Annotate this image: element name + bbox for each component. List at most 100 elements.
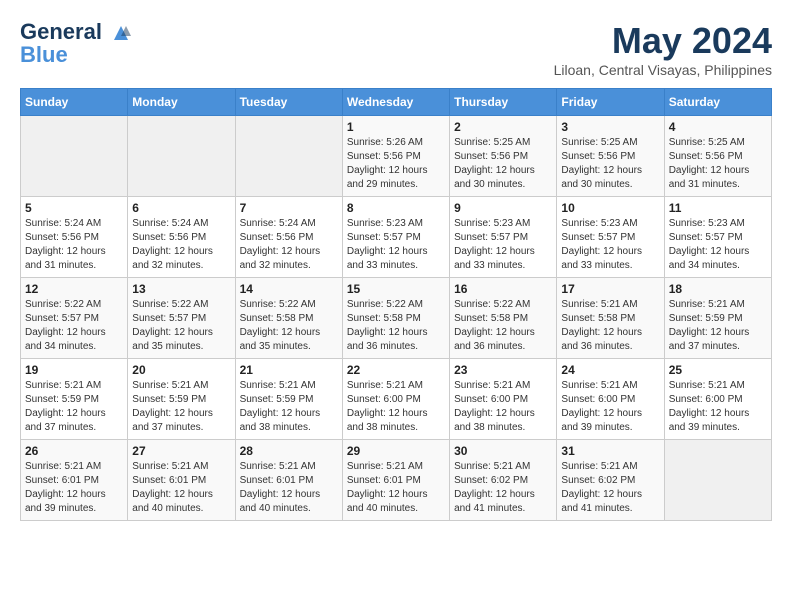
logo-text: General — [20, 20, 132, 44]
calendar-cell — [664, 440, 771, 521]
day-info: Sunrise: 5:22 AMSunset: 5:57 PMDaylight:… — [25, 298, 123, 354]
calendar-cell: 24Sunrise: 5:21 AMSunset: 6:00 PMDayligh… — [557, 359, 664, 440]
day-number: 20 — [132, 363, 230, 377]
calendar-cell: 10Sunrise: 5:23 AMSunset: 5:57 PMDayligh… — [557, 197, 664, 278]
day-number: 2 — [454, 120, 552, 134]
day-number: 26 — [25, 444, 123, 458]
day-number: 15 — [347, 282, 445, 296]
logo-icon — [110, 22, 132, 44]
day-info: Sunrise: 5:21 AMSunset: 6:00 PMDaylight:… — [347, 379, 445, 435]
calendar-cell: 3 Sunrise: 5:25 AMSunset: 5:56 PMDaylight… — [557, 116, 664, 197]
page-header: General Blue May 2024 Liloan, Central Vi… — [20, 20, 772, 78]
day-info: Sunrise: 5:21 AMSunset: 6:00 PMDaylight:… — [454, 379, 552, 435]
calendar-cell: 27Sunrise: 5:21 AMSunset: 6:01 PMDayligh… — [128, 440, 235, 521]
calendar-cell: 30 Sunrise: 5:21 AMSunset: 6:02 PMDayligh… — [450, 440, 557, 521]
day-info: Sunrise: 5:21 AMSunset: 5:59 PMDaylight:… — [25, 379, 123, 435]
calendar-cell: 5Sunrise: 5:24 AMSunset: 5:56 PMDaylight… — [21, 197, 128, 278]
day-number: 22 — [347, 363, 445, 377]
day-info: Sunrise: 5:21 AMSunset: 5:58 PMDaylight:… — [561, 298, 659, 354]
day-info: Sunrise: 5:21 AMSunset: 6:02 PMDaylight:… — [561, 460, 659, 516]
day-info: Sunrise: 5:21 AMSunset: 5:59 PMDaylight:… — [132, 379, 230, 435]
title-block: May 2024 Liloan, Central Visayas, Philip… — [554, 20, 772, 78]
calendar-cell: 17 Sunrise: 5:21 AMSunset: 5:58 PMDayligh… — [557, 278, 664, 359]
day-info: Sunrise: 5:21 AMSunset: 6:01 PMDaylight:… — [25, 460, 123, 516]
weekday-friday: Friday — [557, 89, 664, 116]
calendar-cell: 18 Sunrise: 5:21 AMSunset: 5:59 PMDayligh… — [664, 278, 771, 359]
calendar-cell — [128, 116, 235, 197]
day-info: Sunrise: 5:25 AMSunset: 5:56 PMDaylight:… — [454, 136, 552, 192]
day-number: 31 — [561, 444, 659, 458]
calendar-body: 1 Sunrise: 5:26 AMSunset: 5:56 PMDaylight… — [21, 116, 772, 521]
calendar-cell: 28Sunrise: 5:21 AMSunset: 6:01 PMDayligh… — [235, 440, 342, 521]
day-info: Sunrise: 5:23 AMSunset: 5:57 PMDaylight:… — [669, 217, 767, 273]
day-number: 30 — [454, 444, 552, 458]
day-number: 24 — [561, 363, 659, 377]
calendar-cell: 4 Sunrise: 5:25 AMSunset: 5:56 PMDaylight… — [664, 116, 771, 197]
day-info: Sunrise: 5:26 AMSunset: 5:56 PMDaylight:… — [347, 136, 445, 192]
calendar-week-2: 5Sunrise: 5:24 AMSunset: 5:56 PMDaylight… — [21, 197, 772, 278]
day-number: 29 — [347, 444, 445, 458]
calendar-cell: 11Sunrise: 5:23 AMSunset: 5:57 PMDayligh… — [664, 197, 771, 278]
day-number: 16 — [454, 282, 552, 296]
day-info: Sunrise: 5:21 AMSunset: 5:59 PMDaylight:… — [669, 298, 767, 354]
day-number: 23 — [454, 363, 552, 377]
calendar-cell: 15 Sunrise: 5:22 AMSunset: 5:58 PMDayligh… — [342, 278, 449, 359]
calendar-cell: 31 Sunrise: 5:21 AMSunset: 6:02 PMDayligh… — [557, 440, 664, 521]
day-info: Sunrise: 5:24 AMSunset: 5:56 PMDaylight:… — [25, 217, 123, 273]
day-number: 10 — [561, 201, 659, 215]
day-number: 9 — [454, 201, 552, 215]
day-info: Sunrise: 5:24 AMSunset: 5:56 PMDaylight:… — [132, 217, 230, 273]
day-info: Sunrise: 5:21 AMSunset: 6:02 PMDaylight:… — [454, 460, 552, 516]
day-info: Sunrise: 5:22 AMSunset: 5:58 PMDaylight:… — [347, 298, 445, 354]
day-info: Sunrise: 5:21 AMSunset: 5:59 PMDaylight:… — [240, 379, 338, 435]
calendar-cell: 8 Sunrise: 5:23 AMSunset: 5:57 PMDaylight… — [342, 197, 449, 278]
calendar-cell: 20 Sunrise: 5:21 AMSunset: 5:59 PMDayligh… — [128, 359, 235, 440]
day-info: Sunrise: 5:23 AMSunset: 5:57 PMDaylight:… — [347, 217, 445, 273]
day-info: Sunrise: 5:22 AMSunset: 5:57 PMDaylight:… — [132, 298, 230, 354]
weekday-sunday: Sunday — [21, 89, 128, 116]
day-info: Sunrise: 5:25 AMSunset: 5:56 PMDaylight:… — [561, 136, 659, 192]
calendar-week-3: 12Sunrise: 5:22 AMSunset: 5:57 PMDayligh… — [21, 278, 772, 359]
day-info: Sunrise: 5:24 AMSunset: 5:56 PMDaylight:… — [240, 217, 338, 273]
day-number: 27 — [132, 444, 230, 458]
day-number: 18 — [669, 282, 767, 296]
weekday-header-row: SundayMondayTuesdayWednesdayThursdayFrid… — [21, 89, 772, 116]
calendar-week-5: 26 Sunrise: 5:21 AMSunset: 6:01 PMDayligh… — [21, 440, 772, 521]
day-number: 21 — [240, 363, 338, 377]
day-info: Sunrise: 5:23 AMSunset: 5:57 PMDaylight:… — [454, 217, 552, 273]
calendar-cell: 23 Sunrise: 5:21 AMSunset: 6:00 PMDayligh… — [450, 359, 557, 440]
calendar-cell: 12Sunrise: 5:22 AMSunset: 5:57 PMDayligh… — [21, 278, 128, 359]
calendar-cell: 16Sunrise: 5:22 AMSunset: 5:58 PMDayligh… — [450, 278, 557, 359]
weekday-saturday: Saturday — [664, 89, 771, 116]
day-info: Sunrise: 5:25 AMSunset: 5:56 PMDaylight:… — [669, 136, 767, 192]
day-number: 17 — [561, 282, 659, 296]
day-info: Sunrise: 5:21 AMSunset: 6:01 PMDaylight:… — [347, 460, 445, 516]
calendar-cell: 7 Sunrise: 5:24 AMSunset: 5:56 PMDaylight… — [235, 197, 342, 278]
month-title: May 2024 — [554, 20, 772, 62]
day-number: 13 — [132, 282, 230, 296]
day-number: 14 — [240, 282, 338, 296]
calendar-cell: 1 Sunrise: 5:26 AMSunset: 5:56 PMDaylight… — [342, 116, 449, 197]
day-info: Sunrise: 5:22 AMSunset: 5:58 PMDaylight:… — [240, 298, 338, 354]
logo-blue: Blue — [20, 44, 132, 66]
day-number: 4 — [669, 120, 767, 134]
calendar-cell: 2 Sunrise: 5:25 AMSunset: 5:56 PMDaylight… — [450, 116, 557, 197]
calendar-cell: 25Sunrise: 5:21 AMSunset: 6:00 PMDayligh… — [664, 359, 771, 440]
weekday-thursday: Thursday — [450, 89, 557, 116]
calendar-cell: 14 Sunrise: 5:22 AMSunset: 5:58 PMDayligh… — [235, 278, 342, 359]
location: Liloan, Central Visayas, Philippines — [554, 62, 772, 78]
calendar-cell: 26 Sunrise: 5:21 AMSunset: 6:01 PMDayligh… — [21, 440, 128, 521]
day-number: 7 — [240, 201, 338, 215]
day-number: 1 — [347, 120, 445, 134]
weekday-wednesday: Wednesday — [342, 89, 449, 116]
day-number: 28 — [240, 444, 338, 458]
day-number: 8 — [347, 201, 445, 215]
day-number: 3 — [561, 120, 659, 134]
weekday-tuesday: Tuesday — [235, 89, 342, 116]
calendar-cell: 22 Sunrise: 5:21 AMSunset: 6:00 PMDayligh… — [342, 359, 449, 440]
day-number: 19 — [25, 363, 123, 377]
logo: General Blue — [20, 20, 132, 66]
day-number: 6 — [132, 201, 230, 215]
calendar-cell: 6 Sunrise: 5:24 AMSunset: 5:56 PMDaylight… — [128, 197, 235, 278]
calendar-cell: 13 Sunrise: 5:22 AMSunset: 5:57 PMDayligh… — [128, 278, 235, 359]
